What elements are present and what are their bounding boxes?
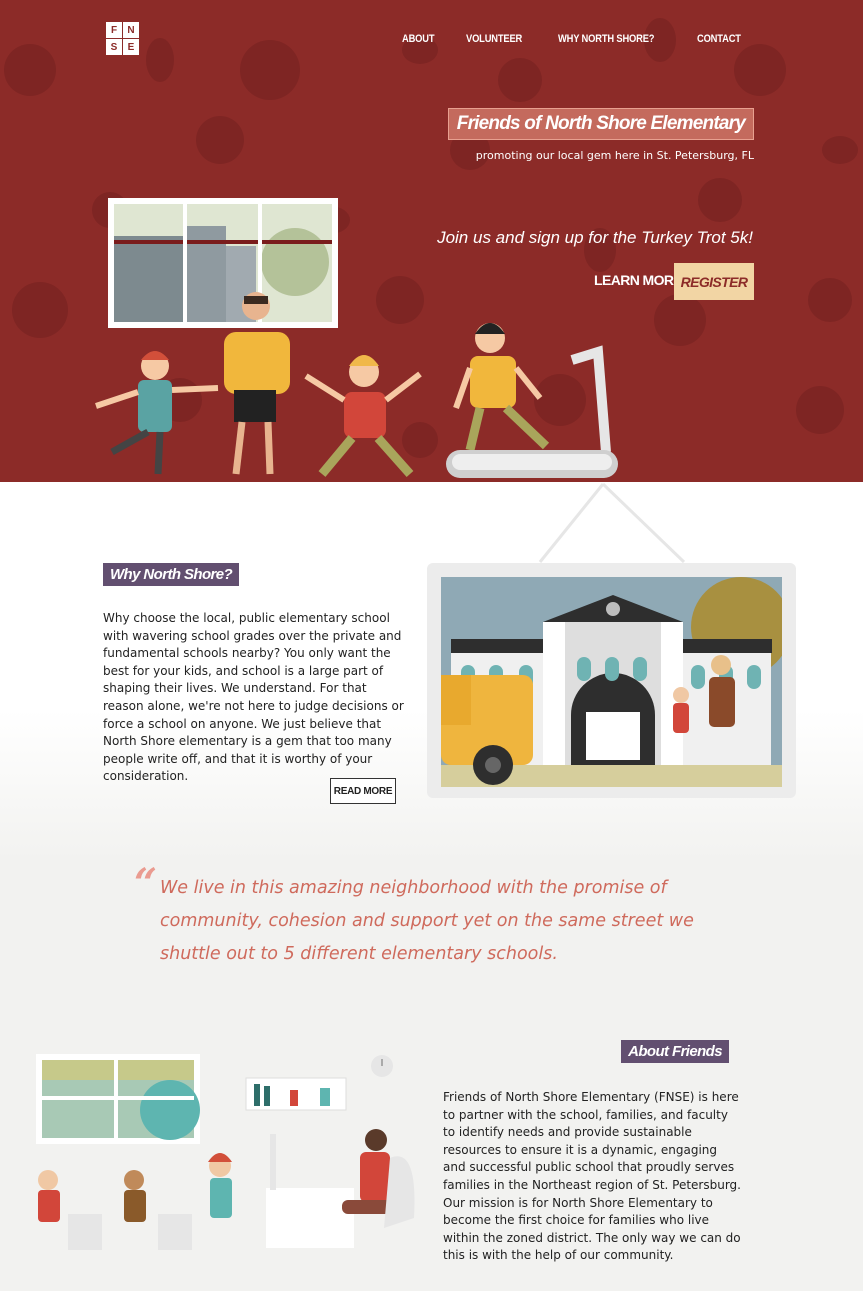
nav-why-north-shore[interactable]: WHY NORTH SHORE? — [558, 33, 654, 45]
read-more-button[interactable]: READ MORE — [330, 778, 396, 804]
nav-volunteer[interactable]: VOLUNTEER — [466, 33, 522, 45]
hero-title: Friends of North Shore Elementary — [447, 108, 754, 140]
logo-letter: E — [123, 39, 139, 55]
school-illustration — [441, 577, 782, 787]
learn-more-link[interactable]: LEARN MORE — [594, 272, 683, 288]
nav-about[interactable]: ABOUT — [402, 33, 435, 45]
logo-letter: N — [123, 22, 139, 38]
hero-section: F N S E ABOUT VOLUNTEER WHY NORTH SHORE?… — [0, 0, 863, 482]
school-illustration-frame — [427, 563, 796, 798]
testimonial-quote: We live in this amazing neighborhood wit… — [160, 878, 694, 964]
logo-letter: F — [106, 22, 122, 38]
hero-subtitle: promoting our local gem here in St. Pete… — [475, 149, 754, 162]
fnse-logo[interactable]: F N S E — [106, 22, 139, 55]
classroom-illustration — [36, 1054, 415, 1250]
about-paragraph: Friends of North Shore Elementary (FNSE)… — [443, 1090, 741, 1263]
about-friends-tag: About Friends — [621, 1040, 729, 1063]
quote-mark-icon: “ — [134, 860, 158, 907]
why-paragraph: Why choose the local, public elementary … — [103, 611, 404, 784]
register-button[interactable]: REGISTER — [674, 263, 754, 300]
logo-letter: S — [106, 39, 122, 55]
hero-cta-text: Join us and sign up for the Turkey Trot … — [437, 228, 753, 247]
nav-contact[interactable]: CONTACT — [697, 33, 741, 45]
why-north-shore-tag: Why North Shore? — [103, 563, 240, 586]
main-nav: ABOUT VOLUNTEER WHY NORTH SHORE? CONTACT — [402, 33, 749, 45]
